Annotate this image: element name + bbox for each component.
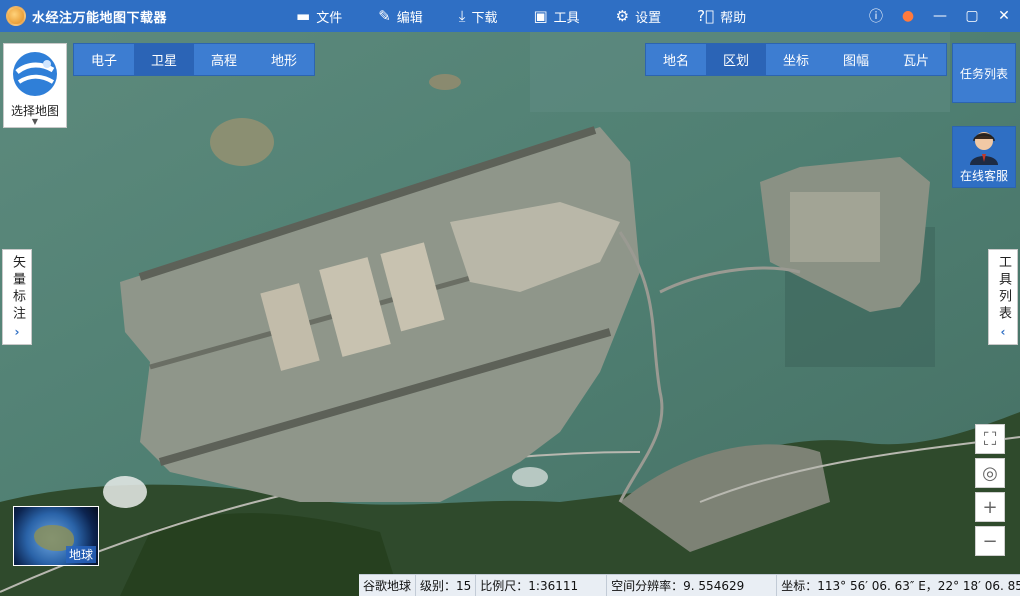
status-level: 级别：15 [416, 574, 477, 596]
online-service-button[interactable]: 在线客服 [952, 126, 1016, 188]
globe-logo-icon [13, 52, 57, 96]
menu-settings-label: 设置 [635, 10, 662, 26]
maximize-icon[interactable]: ▢ [956, 0, 988, 32]
help-icon: ?⃝ [697, 7, 715, 25]
tab-place-names[interactable]: 地名 [646, 44, 706, 75]
zoom-out-button[interactable]: − [975, 526, 1005, 556]
app-title: 水经注万能地图下载器 [32, 10, 168, 26]
title-bar: 水经注万能地图下载器 ▬ 文件 ✎ 编辑 ⤓ 下载 ▣ 工具 ⚙ 设置 ?⃝ 帮… [0, 0, 1020, 32]
tab-elevation[interactable]: 高程 [194, 44, 254, 75]
user-icon[interactable]: ● [892, 0, 924, 32]
zoom-controls: ⛶ ◎ + − [975, 424, 1005, 556]
tab-tiles[interactable]: 瓦片 [886, 44, 946, 75]
status-resolution: 空间分辨率：9. 554629 [607, 574, 778, 596]
main-menu: ▬ 文件 ✎ 编辑 ⤓ 下载 ▣ 工具 ⚙ 设置 ?⃝ 帮助 [278, 0, 764, 32]
minimize-icon[interactable]: — [924, 0, 956, 32]
tool-list-label: 工具列表 [996, 255, 1011, 323]
earth-view-button[interactable]: 地球 [13, 506, 99, 566]
tab-terrain[interactable]: 地形 [254, 44, 314, 75]
edit-icon: ✎ [378, 7, 391, 25]
menu-tools[interactable]: ▣ 工具 [515, 0, 597, 32]
menu-download[interactable]: ⤓ 下载 [441, 0, 516, 32]
task-list-button[interactable]: 任务列表 [952, 43, 1016, 103]
status-bar: 谷歌地球 级别：15 比例尺：1:36111 空间分辨率：9. 554629 坐… [359, 574, 1020, 596]
tab-divisions[interactable]: 区划 [706, 44, 766, 75]
tab-satellite[interactable]: 卫星 [134, 44, 194, 75]
satellite-imagery [0, 32, 1020, 596]
menu-edit-label: 编辑 [396, 10, 423, 26]
menu-edit[interactable]: ✎ 编辑 [360, 0, 441, 32]
chevron-left-icon: ‹ [1000, 325, 1006, 339]
map-canvas[interactable] [0, 32, 1020, 596]
earth-label: 地球 [65, 546, 96, 563]
menu-help-label: 帮助 [720, 10, 747, 26]
toolbox-icon: ▣ [533, 7, 548, 25]
menu-file[interactable]: ▬ 文件 [278, 0, 360, 32]
layer-tabs: 地名 区划 坐标 图幅 瓦片 [645, 43, 947, 76]
window-controls: ⓘ ● — ▢ ✕ [860, 0, 1020, 32]
menu-settings[interactable]: ⚙ 设置 [598, 0, 679, 32]
status-scale: 比例尺：1:36111 [476, 574, 608, 596]
customer-service-icon [970, 132, 998, 165]
tool-list-panel-toggle[interactable]: 工具列表 ‹ [988, 249, 1018, 345]
locate-icon[interactable]: ◎ [975, 458, 1005, 488]
tab-map-sheets[interactable]: 图幅 [826, 44, 886, 75]
app-logo-icon [6, 6, 26, 26]
fullscreen-icon[interactable]: ⛶ [975, 424, 1005, 454]
menu-tools-label: 工具 [553, 10, 580, 26]
chevron-down-icon: ▼ [31, 117, 39, 126]
chevron-right-icon: › [14, 325, 20, 339]
menu-file-label: 文件 [316, 10, 343, 26]
zoom-in-button[interactable]: + [975, 492, 1005, 522]
tab-electronic[interactable]: 电子 [74, 44, 134, 75]
folder-icon: ▬ [296, 7, 311, 25]
vector-annotation-panel-toggle[interactable]: 矢量标注 › [2, 249, 32, 345]
close-icon[interactable]: ✕ [988, 0, 1020, 32]
menu-help[interactable]: ?⃝ 帮助 [679, 0, 764, 32]
select-map-button[interactable]: 选择地图 ▼ [3, 43, 67, 128]
tab-coordinates[interactable]: 坐标 [766, 44, 826, 75]
gear-icon: ⚙ [615, 7, 630, 25]
map-type-tabs: 电子 卫星 高程 地形 [73, 43, 315, 76]
status-coordinates: 坐标：113° 56′ 06. 63″ E，22° 18′ 06. 85″ N [781, 579, 1020, 593]
menu-download-label: 下载 [471, 10, 498, 26]
online-service-label: 在线客服 [959, 169, 1008, 183]
info-icon[interactable]: ⓘ [860, 0, 892, 32]
download-icon: ⤓ [458, 7, 466, 25]
vector-annotation-label: 矢量标注 [10, 255, 25, 323]
status-source: 谷歌地球 [359, 574, 417, 596]
